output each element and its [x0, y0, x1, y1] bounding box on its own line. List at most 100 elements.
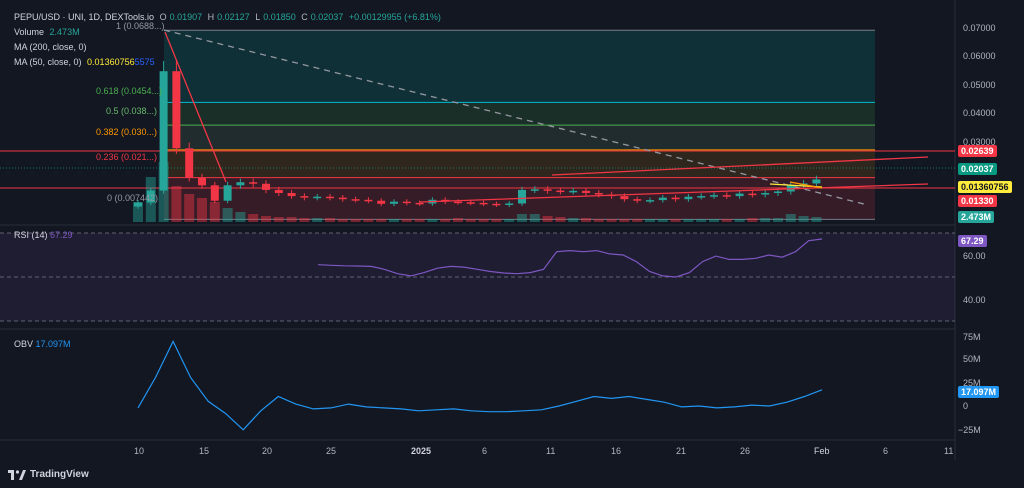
candle-body: [185, 148, 194, 178]
candle-body: [530, 189, 539, 191]
time-axis-tick: 16: [611, 446, 622, 456]
volume-legend[interactable]: Volume 2.473M: [14, 27, 83, 37]
time-axis-tick: 6: [883, 446, 889, 456]
candle-body: [671, 197, 680, 200]
obv-axis-tick: −25M: [958, 425, 981, 435]
volume-bar: [721, 219, 732, 222]
candle-body: [466, 202, 475, 204]
candle-body: [620, 196, 629, 200]
candle-body: [415, 202, 424, 205]
obv-label: OBV: [14, 339, 34, 349]
candle-body: [223, 185, 232, 201]
fib-label-0382: 0.382 (0.030...): [96, 127, 157, 137]
fib-zone: [164, 102, 875, 126]
volume-bar: [696, 219, 707, 222]
close-label: C: [301, 12, 308, 22]
time-axis-tick: Feb: [814, 446, 830, 456]
fib-label-05: 0.5 (0.038...): [106, 106, 157, 116]
volume-bar: [657, 219, 668, 222]
volume-bar: [465, 219, 476, 222]
candle-body: [364, 199, 373, 202]
obv-legend[interactable]: OBV 17.097M: [14, 339, 71, 349]
candle-body: [454, 201, 462, 204]
price-tag-fib-0236: 0.02639: [958, 145, 997, 157]
candle-body: [543, 189, 552, 191]
rsi-axis-tick: 60.00: [963, 251, 986, 261]
volume-bar: [734, 219, 745, 222]
obv-line: [137, 340, 823, 431]
volume-bar: [619, 219, 630, 222]
price-axis-tick: 0.04000: [963, 108, 996, 118]
candle-body: [505, 203, 514, 205]
candle-body: [390, 201, 398, 204]
fib-label-text: 0.618 (0.0454...): [96, 86, 163, 96]
time-axis-tick: 15: [199, 446, 210, 456]
rsi-value: 67.29: [50, 230, 73, 240]
volume-bar: [171, 186, 182, 222]
low-value: 0.01850: [263, 12, 296, 22]
ma200-legend[interactable]: MA (200, close, 0): [14, 42, 90, 52]
price-axis-tick: 0.07000: [963, 23, 996, 33]
close-value: 0.02037: [310, 12, 344, 22]
price-tag-volume: 2.473M: [958, 211, 995, 223]
candle-body: [492, 203, 501, 206]
candle-body: [338, 197, 347, 200]
volume-bar: [811, 217, 822, 222]
tradingview-icon: [8, 469, 26, 480]
volume-label: Volume: [14, 27, 45, 37]
volume-bar: [798, 216, 809, 222]
volume-bar: [517, 214, 527, 222]
candle-body: [377, 200, 386, 204]
time-axis-tick: 10: [134, 446, 145, 456]
ma50-legend[interactable]: MA (50, close, 0) 0.013607565575: [14, 57, 158, 67]
volume-bar: [350, 219, 361, 222]
price-tag-support: 0.01330: [958, 195, 997, 207]
time-axis-tick: 11: [546, 446, 556, 456]
fib-zone: [164, 30, 875, 103]
high-label: H: [207, 12, 215, 22]
candle-body: [633, 199, 642, 201]
change-value: +0.00129955 (+6.81%): [348, 12, 441, 22]
volume-bar: [581, 218, 591, 222]
time-axis-tick: 6: [482, 446, 488, 456]
volume-bar: [747, 218, 758, 222]
rsi-legend[interactable]: RSI (14) 67.29: [14, 230, 73, 240]
ma200-label: MA (200, close, 0): [14, 42, 87, 52]
rsi-label: RSI (14): [14, 230, 48, 240]
candle-body: [287, 193, 296, 197]
candle-body: [402, 201, 411, 204]
volume-bar: [235, 212, 246, 222]
candle-body: [748, 193, 757, 196]
chart-canvas[interactable]: [0, 0, 1024, 488]
volume-bar: [760, 218, 771, 222]
volume-bar: [529, 214, 540, 222]
price-tag-ma50: 0.01360756: [958, 181, 1012, 193]
candle-body: [812, 179, 821, 184]
candle-body: [313, 196, 322, 199]
tradingview-logo[interactable]: TradingView: [8, 469, 89, 480]
volume-bar: [645, 219, 655, 222]
candle-body: [198, 177, 206, 186]
candle-body: [569, 190, 578, 193]
ma50-value: 0.01360756: [87, 57, 135, 67]
fib-label-text: 0.5 (0.038...): [106, 106, 158, 116]
open-value: 0.01907: [169, 12, 203, 22]
volume-bar: [312, 218, 323, 222]
candle-body: [210, 185, 219, 201]
candle-body: [722, 195, 731, 197]
volume-bar: [773, 218, 783, 222]
candle-body: [518, 189, 526, 204]
obv-axis-tick: 0: [963, 401, 969, 411]
candle-body: [774, 191, 782, 194]
volume-bar: [389, 219, 399, 222]
volume-bar: [555, 217, 566, 222]
obv-axis-tick: 50M: [963, 354, 981, 364]
volume-bar: [709, 219, 719, 222]
volume-bar: [197, 198, 207, 222]
volume-bar: [453, 218, 463, 222]
candle-body: [300, 196, 309, 198]
candle-body: [262, 183, 270, 190]
rsi-tag: 67.29: [958, 235, 987, 247]
fib-label-1: 1 (0.0688...): [116, 21, 165, 31]
rsi-axis-tick: 40.00: [963, 295, 986, 305]
